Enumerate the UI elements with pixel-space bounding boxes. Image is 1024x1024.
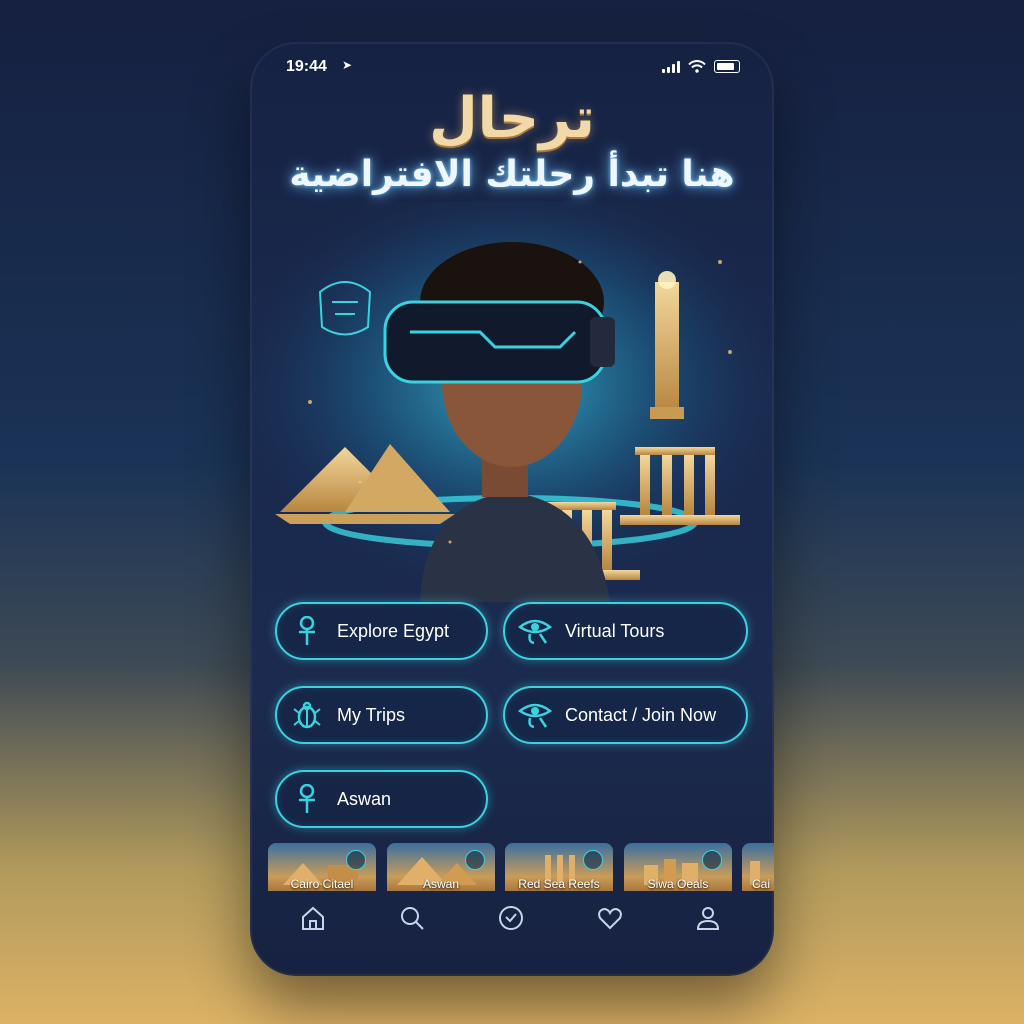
phone-screen: 19:44 ➤ ترحال هنا تبدأ رحلتك الافتراضية xyxy=(250,42,774,976)
app-title: ترحال xyxy=(429,86,595,151)
ankh-icon xyxy=(277,784,337,814)
explore-egypt-button[interactable]: Explore Egypt xyxy=(275,602,488,660)
destination-label: Red Sea Reefs xyxy=(518,877,600,891)
lighthouse-illustration xyxy=(650,271,684,419)
map-pin-icon xyxy=(465,850,485,870)
contact-join-label: Contact / Join Now xyxy=(565,704,717,725)
eye-of-horus-icon xyxy=(505,701,565,729)
check-circle-icon[interactable] xyxy=(496,903,526,933)
destination-label: Cai xyxy=(752,877,771,891)
aswan-button[interactable]: Aswan xyxy=(275,770,488,828)
profile-icon[interactable] xyxy=(693,903,723,933)
map-pin-icon xyxy=(702,850,722,870)
destination-card[interactable]: Cai xyxy=(742,843,774,891)
virtual-tours-label: Virtual Tours xyxy=(565,620,665,641)
status-bar: 19:44 ➤ xyxy=(250,56,774,80)
scarab-icon xyxy=(277,700,337,730)
heart-icon[interactable] xyxy=(595,903,625,933)
ankh-icon xyxy=(277,616,337,646)
virtual-tours-button[interactable]: Virtual Tours xyxy=(503,602,748,660)
app-subtitle: هنا تبدأ رحلتك الافتراضية xyxy=(289,154,735,195)
contact-join-button[interactable]: Contact / Join Now xyxy=(503,686,748,744)
eye-of-horus-icon xyxy=(505,617,565,645)
destination-label: Siwa Oeals xyxy=(647,877,709,891)
home-icon[interactable] xyxy=(298,903,328,933)
destination-carousel[interactable]: Cairo Citael Aswan Red Sea Reefs Siwa Oe… xyxy=(268,843,774,891)
destination-card[interactable]: Red Sea Reefs xyxy=(505,843,613,891)
hero-illustration xyxy=(250,202,774,602)
destination-card[interactable]: Cairo Citael xyxy=(268,843,376,891)
status-time: 19:44 xyxy=(286,58,327,75)
location-arrow-icon: ➤ xyxy=(342,58,353,72)
my-trips-label: My Trips xyxy=(337,704,406,725)
map-pin-icon xyxy=(346,850,366,870)
destination-card[interactable]: Siwa Oeals xyxy=(624,843,732,891)
destination-label: Cairo Citael xyxy=(290,877,354,891)
explore-egypt-label: Explore Egypt xyxy=(337,620,450,641)
aswan-label: Aswan xyxy=(337,788,392,809)
destination-card[interactable]: Aswan xyxy=(387,843,495,891)
destination-label: Aswan xyxy=(422,877,460,891)
search-icon[interactable] xyxy=(397,903,427,933)
signal-icon xyxy=(662,60,680,73)
map-pin-icon xyxy=(583,850,603,870)
battery-icon xyxy=(714,60,740,73)
wifi-icon xyxy=(688,60,706,73)
bottom-tab-bar xyxy=(250,897,774,947)
my-trips-button[interactable]: My Trips xyxy=(275,686,488,744)
